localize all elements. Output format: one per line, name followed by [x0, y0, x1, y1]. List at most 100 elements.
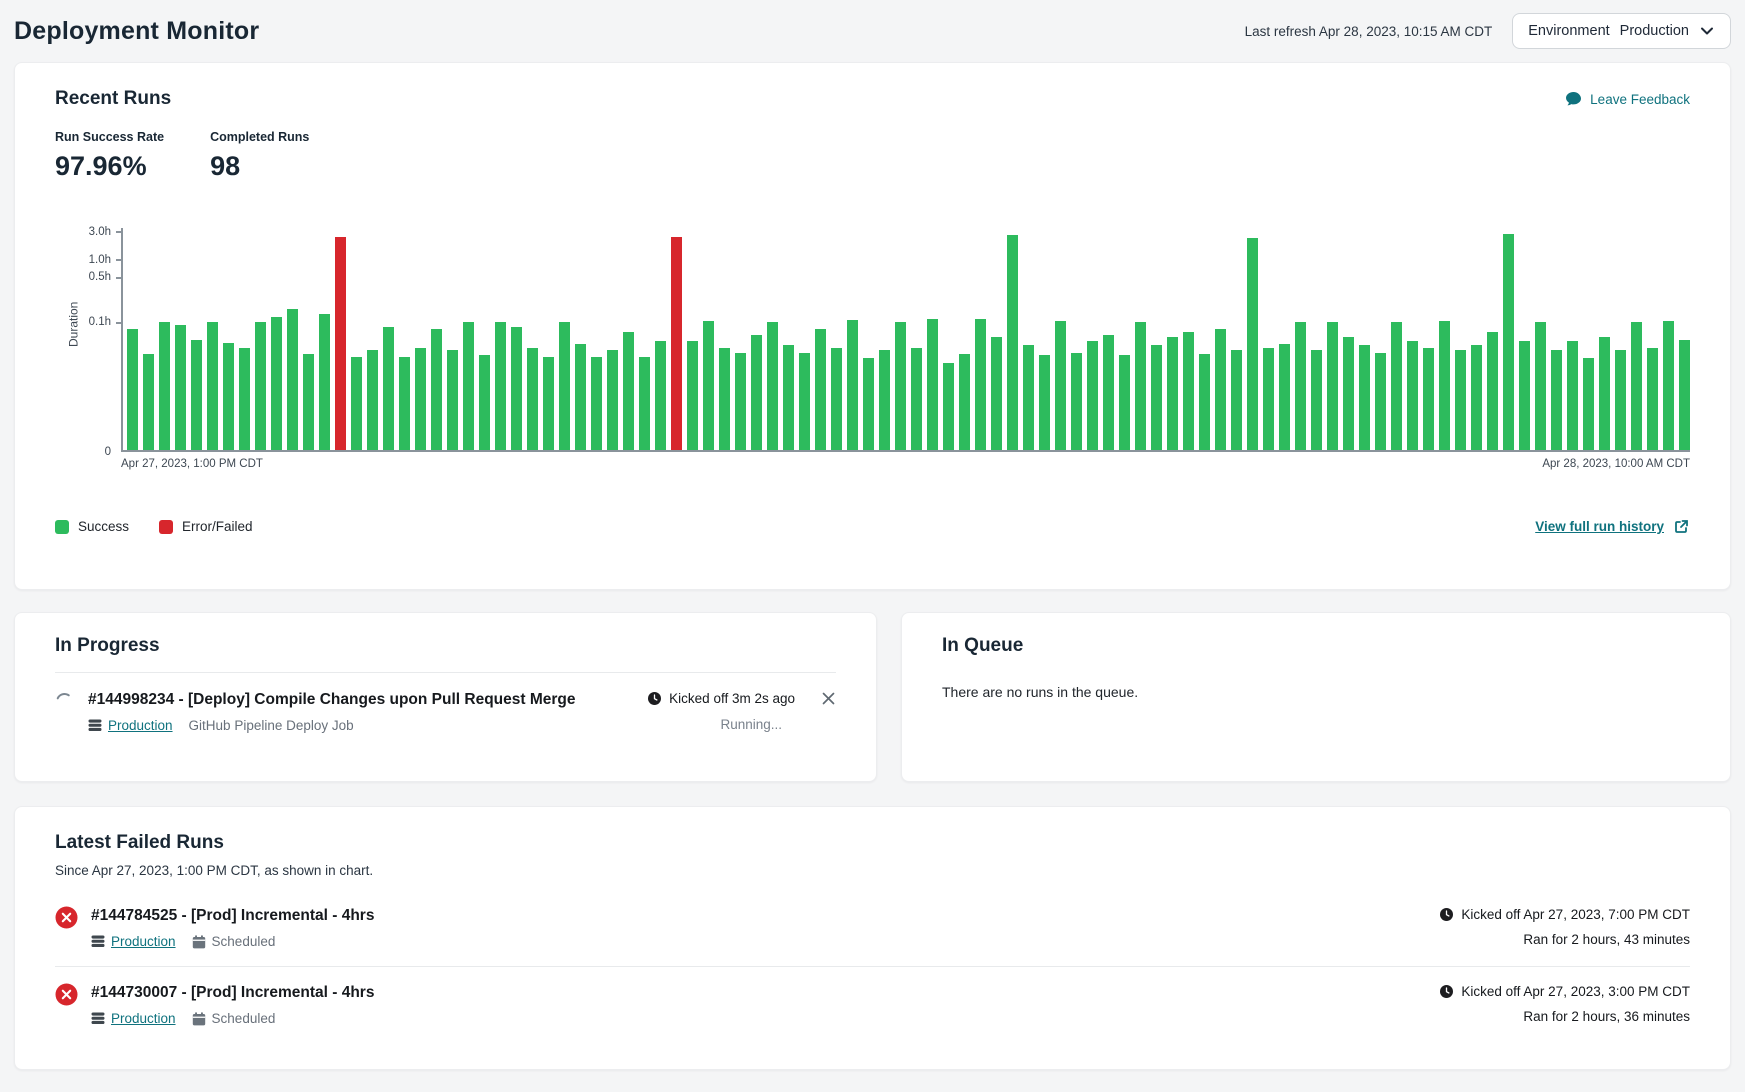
dismiss-run-button[interactable] — [821, 691, 836, 706]
chart-bar-success[interactable] — [687, 341, 698, 450]
chart-bar-success[interactable] — [1199, 354, 1210, 450]
chart-bar-success[interactable] — [127, 329, 138, 450]
chart-bar-success[interactable] — [959, 354, 970, 450]
chart-bar-success[interactable] — [543, 357, 554, 450]
chart-bar-success[interactable] — [1167, 337, 1178, 450]
chart-bar-success[interactable] — [575, 344, 586, 450]
chart-bar-success[interactable] — [991, 337, 1002, 450]
chart-bar-success[interactable] — [767, 322, 778, 450]
chart-bar-success[interactable] — [319, 314, 330, 450]
chart-bar-success[interactable] — [1663, 321, 1674, 450]
chart-bar-success[interactable] — [703, 321, 714, 450]
chart-bar-success[interactable] — [271, 317, 282, 451]
chart-bar-success[interactable] — [287, 309, 298, 450]
chart-bar-success[interactable] — [463, 322, 474, 450]
chart-bar-success[interactable] — [895, 322, 906, 450]
chart-bar-success[interactable] — [511, 327, 522, 450]
chart-bar-success[interactable] — [367, 350, 378, 450]
chart-bar-success[interactable] — [1343, 337, 1354, 450]
chart-bar-success[interactable] — [639, 357, 650, 450]
chart-bar-success[interactable] — [1599, 337, 1610, 450]
chart-bar-success[interactable] — [1151, 345, 1162, 450]
chart-bar-success[interactable] — [1055, 321, 1066, 450]
chart-bar-success[interactable] — [927, 319, 938, 450]
chart-bar-success[interactable] — [1679, 340, 1690, 450]
chart-bar-success[interactable] — [815, 329, 826, 450]
chart-bar-success[interactable] — [1135, 322, 1146, 450]
environment-tag-link[interactable]: Production — [91, 934, 176, 949]
chart-bar-success[interactable] — [1423, 348, 1434, 450]
chart-bar-success[interactable] — [1327, 322, 1338, 450]
chart-bar-success[interactable] — [1279, 344, 1290, 450]
chart-bar-success[interactable] — [879, 350, 890, 450]
chart-bar-success[interactable] — [591, 357, 602, 450]
chart-bar-success[interactable] — [1615, 350, 1626, 450]
chart-bar-success[interactable] — [1039, 355, 1050, 450]
chart-bar-success[interactable] — [975, 319, 986, 450]
chart-bar-success[interactable] — [607, 350, 618, 450]
chart-bar-success[interactable] — [1007, 235, 1018, 450]
chart-bar-success[interactable] — [1071, 353, 1082, 450]
leave-feedback-link[interactable]: Leave Feedback — [1565, 91, 1690, 107]
chart-bar-success[interactable] — [1263, 348, 1274, 450]
chart-bar-success[interactable] — [143, 354, 154, 450]
chart-bar-success[interactable] — [1311, 350, 1322, 450]
chart-bar-success[interactable] — [159, 322, 170, 450]
chart-bar-success[interactable] — [303, 354, 314, 450]
environment-dropdown[interactable]: Environment Production — [1512, 13, 1731, 49]
chart-bar-success[interactable] — [207, 322, 218, 450]
chart-bar-success[interactable] — [255, 322, 266, 450]
chart-bar-success[interactable] — [1103, 335, 1114, 450]
chart-bar-success[interactable] — [559, 322, 570, 450]
chart-bar-success[interactable] — [1583, 358, 1594, 450]
chart-bar-success[interactable] — [447, 350, 458, 450]
chart-bar-success[interactable] — [911, 348, 922, 450]
chart-bar-success[interactable] — [1023, 345, 1034, 450]
chart-bar-success[interactable] — [831, 348, 842, 450]
chart-bar-success[interactable] — [1487, 332, 1498, 450]
chart-bar-success[interactable] — [1231, 350, 1242, 450]
chart-bar-success[interactable] — [1567, 341, 1578, 450]
chart-bar-success[interactable] — [623, 332, 634, 450]
chart-bar-success[interactable] — [415, 348, 426, 450]
chart-bar-success[interactable] — [1183, 332, 1194, 450]
chart-bar-success[interactable] — [655, 341, 666, 450]
chart-bar-success[interactable] — [1375, 353, 1386, 450]
chart-bar-success[interactable] — [735, 353, 746, 450]
chart-bar-success[interactable] — [719, 348, 730, 450]
chart-bar-success[interactable] — [351, 357, 362, 450]
chart-bar-success[interactable] — [431, 329, 442, 450]
chart-bar-success[interactable] — [495, 322, 506, 450]
chart-bar-success[interactable] — [399, 357, 410, 450]
chart-bar-error[interactable] — [335, 237, 346, 450]
chart-bar-success[interactable] — [1471, 345, 1482, 450]
chart-bar-success[interactable] — [1535, 322, 1546, 450]
chart-bar-success[interactable] — [847, 320, 858, 450]
chart-bar-success[interactable] — [239, 348, 250, 450]
chart-bar-success[interactable] — [223, 343, 234, 450]
chart-bar-success[interactable] — [799, 353, 810, 450]
chart-bar-success[interactable] — [1519, 341, 1530, 450]
chart-bar-success[interactable] — [1647, 348, 1658, 450]
environment-tag-link[interactable]: Production — [88, 718, 173, 733]
view-full-run-history-link[interactable]: View full run history — [1535, 518, 1690, 535]
chart-bar-success[interactable] — [943, 363, 954, 450]
chart-bar-success[interactable] — [1215, 329, 1226, 450]
chart-bar-success[interactable] — [1247, 238, 1258, 450]
chart-bar-success[interactable] — [1087, 341, 1098, 450]
chart-bar-success[interactable] — [751, 335, 762, 450]
chart-bar-success[interactable] — [1119, 355, 1130, 450]
chart-bar-success[interactable] — [1391, 322, 1402, 450]
environment-tag-link[interactable]: Production — [91, 1011, 176, 1026]
chart-bar-success[interactable] — [1503, 234, 1514, 450]
chart-bar-success[interactable] — [1359, 345, 1370, 450]
chart-bar-success[interactable] — [1295, 322, 1306, 450]
chart-bar-success[interactable] — [527, 348, 538, 450]
chart-bar-success[interactable] — [1551, 350, 1562, 450]
chart-bar-success[interactable] — [863, 358, 874, 450]
chart-bar-error[interactable] — [671, 237, 682, 450]
chart-bar-success[interactable] — [175, 325, 186, 450]
chart-bar-success[interactable] — [383, 327, 394, 450]
chart-bar-success[interactable] — [1631, 322, 1642, 450]
chart-bar-success[interactable] — [783, 345, 794, 450]
